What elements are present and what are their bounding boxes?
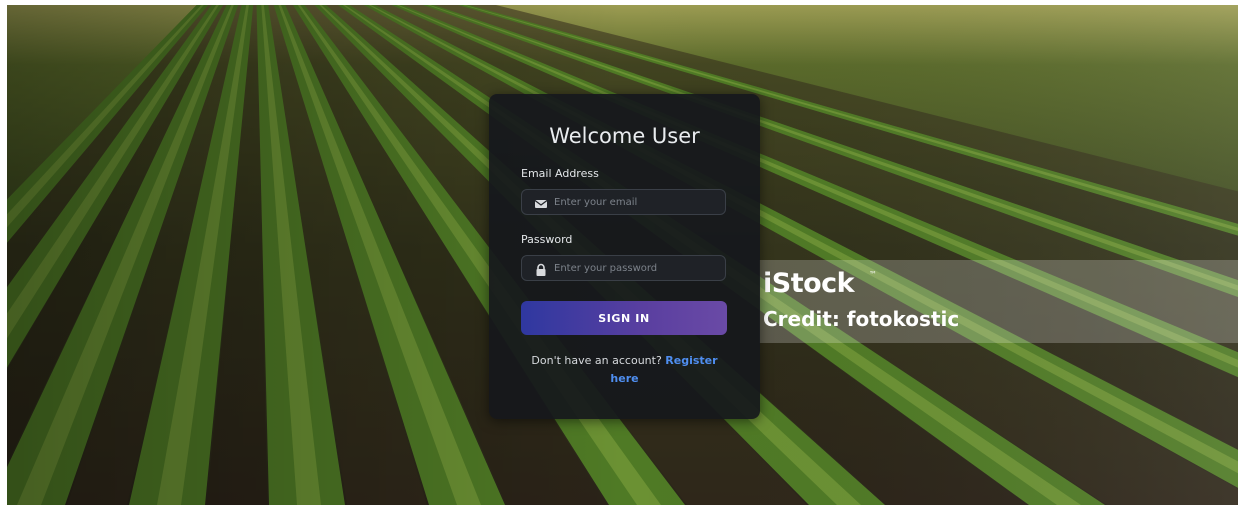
sign-in-button[interactable]: SIGN IN (521, 301, 727, 335)
envelope-icon (534, 196, 548, 210)
register-link-word-1[interactable]: Register (665, 354, 717, 367)
login-page: iStock ™ Credit: fotokostic Welcome User… (7, 5, 1238, 505)
register-prompt: Don't have an account? Register here (529, 352, 720, 388)
watermark-trademark: ™ (869, 270, 877, 279)
email-field[interactable] (521, 189, 726, 215)
watermark-brand: iStock (763, 268, 855, 299)
login-card: Welcome User Email Address Password SIGN… (489, 94, 760, 419)
email-label: Email Address (521, 167, 599, 180)
lock-icon (534, 262, 548, 276)
password-input[interactable] (554, 256, 722, 280)
email-input[interactable] (554, 190, 722, 214)
watermark-credit: Credit: fotokostic (763, 307, 960, 331)
login-title: Welcome User (549, 124, 700, 148)
password-field[interactable] (521, 255, 726, 281)
password-label: Password (521, 233, 573, 246)
register-link-word-2[interactable]: here (610, 372, 638, 385)
istock-watermark: iStock ™ Credit: fotokostic (759, 260, 1238, 343)
register-prompt-text: Don't have an account? (531, 354, 662, 367)
